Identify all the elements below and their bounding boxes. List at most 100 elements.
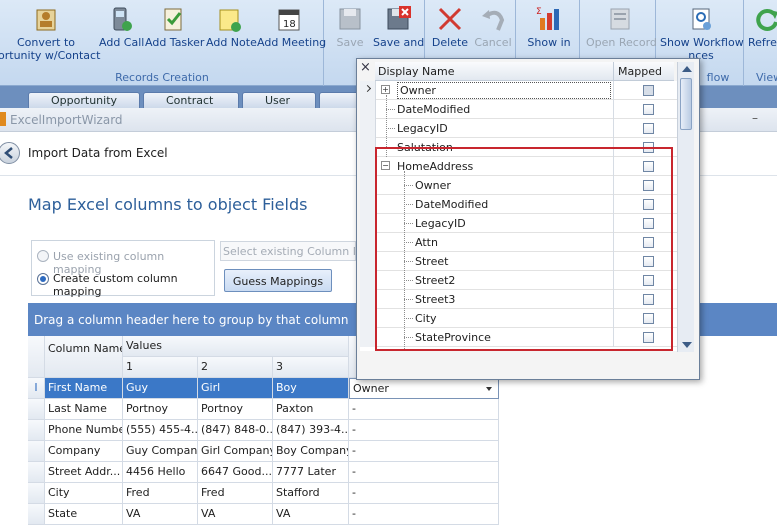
row-indicator[interactable] [28, 504, 45, 525]
values-header[interactable]: Values [123, 336, 349, 357]
value-cell[interactable]: VA [123, 504, 198, 525]
scroll-up-arrow-icon[interactable] [682, 66, 692, 72]
column-name-cell[interactable]: City [45, 483, 123, 504]
value-cell[interactable]: Portnoy [123, 399, 198, 420]
column-name-cell[interactable]: Street Addr... [45, 462, 123, 483]
convert-icon [31, 4, 61, 34]
value-cell[interactable]: Girl [198, 378, 273, 399]
display-name-header[interactable]: Display Name [378, 65, 455, 78]
column-divider [613, 62, 614, 81]
row-indicator[interactable] [28, 441, 45, 462]
row-indicator[interactable] [28, 483, 45, 504]
show-workflow-button[interactable]: Show Workflow nces [660, 0, 744, 62]
add-note-button[interactable]: Add Note [206, 0, 257, 49]
mapped-header[interactable]: Mapped [618, 65, 662, 78]
refresh-button[interactable]: Refre [748, 0, 777, 49]
value-cell[interactable]: (847) 848-0... [198, 420, 273, 441]
mapped-checkbox[interactable] [643, 104, 654, 115]
value-cell[interactable]: Stafford [273, 483, 349, 504]
value-cell[interactable]: Boy Company [273, 441, 349, 462]
delete-button[interactable]: Delete [431, 0, 469, 49]
value-column-2-header[interactable]: 2 [198, 357, 273, 378]
value-cell[interactable]: Fred [198, 483, 273, 504]
save-and-button[interactable]: Save and [373, 0, 424, 49]
tab-opportunity[interactable]: Opportunity [28, 92, 140, 108]
column-name-cell[interactable]: Phone Number [45, 420, 123, 441]
value-cell[interactable]: (847) 393-4... [273, 420, 349, 441]
window-icon [0, 112, 6, 126]
cancel-button[interactable]: Cancel [473, 0, 513, 49]
value-cell[interactable]: Guy Company [123, 441, 198, 462]
value-cell[interactable]: Paxton [273, 399, 349, 420]
tab-extra[interactable] [319, 92, 359, 108]
value-column-1-header[interactable]: 1 [123, 357, 198, 378]
mapping-cell[interactable]: - [349, 441, 499, 462]
value-cell[interactable]: Boy [273, 378, 349, 399]
guess-mappings-button[interactable]: Guess Mappings [224, 269, 332, 292]
tab-contract[interactable]: Contract [143, 92, 239, 108]
add-call-label: Add Call [99, 36, 145, 49]
row-indicator[interactable] [28, 420, 45, 441]
field-name: LegacyID [397, 122, 448, 135]
add-tasker-button[interactable]: Add Tasker [145, 0, 204, 49]
tab-label: User [265, 94, 291, 107]
field-row[interactable]: + Owner [360, 81, 677, 100]
row-indicator[interactable]: I [28, 378, 45, 399]
mapping-cell[interactable]: - [349, 462, 499, 483]
note-icon [214, 4, 244, 34]
column-name-header[interactable]: Column Name [45, 336, 123, 378]
value-cell[interactable]: VA [198, 504, 273, 525]
scroll-thumb[interactable] [680, 78, 692, 130]
value-cell[interactable]: 4456 Hello [123, 462, 198, 483]
mapping-dropdown[interactable]: Owner [349, 378, 499, 399]
value-cell[interactable]: Guy [123, 378, 198, 399]
create-custom-radio[interactable] [37, 273, 49, 285]
row-indicator [360, 138, 376, 157]
value-cell[interactable]: Fred [123, 483, 198, 504]
close-popup-button[interactable]: × [360, 60, 371, 75]
open-record-label: Open Record [586, 36, 657, 49]
value-cell[interactable]: 7777 Later [273, 462, 349, 483]
row-indicator [360, 214, 376, 233]
row-indicator[interactable] [28, 399, 45, 420]
column-name-cell[interactable]: First Name [45, 378, 123, 399]
column-name-cell[interactable]: Last Name [45, 399, 123, 420]
value-cell[interactable]: Portnoy [198, 399, 273, 420]
mapping-cell[interactable]: - [349, 483, 499, 504]
value-cell[interactable]: 6647 Good... [198, 462, 273, 483]
column-name-cell[interactable]: State [45, 504, 123, 525]
column-name-cell[interactable]: Company [45, 441, 123, 462]
value-cell[interactable]: Girl Company [198, 441, 273, 462]
convert-label-1: Convert to [16, 36, 76, 49]
show-in-button[interactable]: Σ Show in [526, 0, 572, 49]
convert-button[interactable]: Convert to ortunity w/Contact [0, 0, 100, 62]
field-row[interactable]: LegacyID [360, 119, 677, 138]
value-column-3-header[interactable]: 3 [273, 357, 349, 378]
popup-scrollbar[interactable] [677, 62, 694, 352]
value-cell[interactable]: (555) 455-4... [123, 420, 198, 441]
use-existing-radio[interactable] [37, 250, 49, 262]
back-button[interactable] [0, 142, 20, 164]
calendar-icon: 18 [274, 4, 304, 34]
open-record-button[interactable]: Open Record [586, 0, 657, 49]
field-row[interactable]: DateModified [360, 100, 677, 119]
minimize-button[interactable]: – [752, 111, 758, 125]
mapping-cell[interactable]: - [349, 504, 499, 525]
select-existing-mapping-input[interactable]: Select existing Column Map [220, 241, 356, 261]
row-indicator [360, 119, 376, 138]
show-in-label: Show in [527, 36, 571, 49]
save-button[interactable]: Save [332, 0, 368, 49]
mapping-cell[interactable]: - [349, 399, 499, 420]
add-call-button[interactable]: Add Call [99, 0, 145, 49]
add-meeting-button[interactable]: 18 Add Meeting [257, 0, 326, 49]
chevron-down-icon[interactable] [486, 387, 492, 391]
value-cell[interactable]: VA [273, 504, 349, 525]
expand-icon[interactable]: + [381, 85, 390, 94]
row-indicator[interactable] [28, 462, 45, 483]
mapped-checkbox[interactable] [643, 123, 654, 134]
scroll-down-arrow-icon[interactable] [682, 342, 692, 348]
mapping-cell[interactable]: - [349, 420, 499, 441]
row-indicator [360, 252, 376, 271]
tab-user[interactable]: User [242, 92, 316, 108]
mapped-checkbox[interactable] [643, 85, 654, 96]
